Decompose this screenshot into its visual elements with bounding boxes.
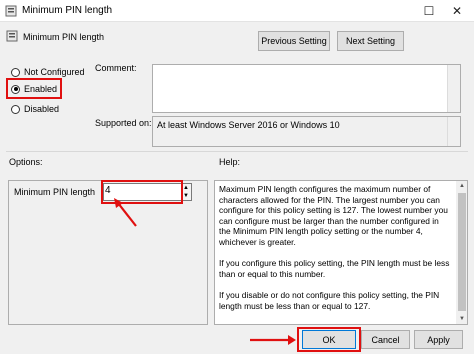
comment-label: Comment: bbox=[95, 63, 137, 73]
policy-name: Minimum PIN length bbox=[23, 32, 105, 42]
help-paragraph: If you configure this policy setting, th… bbox=[219, 258, 450, 279]
comment-scrollbar[interactable] bbox=[447, 65, 460, 112]
help-paragraph: If you disable or do not configure this … bbox=[219, 290, 440, 311]
supported-on-value: At least Windows Server 2016 or Windows … bbox=[157, 120, 340, 130]
radio-label: Not Configured bbox=[24, 67, 85, 77]
help-paragraph: Maximum PIN length configures the maximu… bbox=[219, 184, 448, 247]
help-scroll-thumb[interactable] bbox=[458, 193, 466, 311]
cancel-button[interactable]: Cancel bbox=[361, 330, 410, 349]
radio-disabled[interactable]: Disabled bbox=[11, 103, 59, 115]
policy-window-icon bbox=[5, 5, 17, 17]
window-title: Minimum PIN length bbox=[22, 5, 113, 16]
next-setting-button[interactable]: Next Setting bbox=[337, 31, 404, 51]
supported-on-scrollbar[interactable] bbox=[447, 117, 460, 146]
previous-setting-button[interactable]: Previous Setting bbox=[258, 31, 330, 51]
close-button[interactable]: ✕ bbox=[446, 0, 468, 22]
radio-label: Disabled bbox=[24, 104, 60, 114]
ok-highlight-box bbox=[297, 327, 361, 352]
scroll-up-icon[interactable]: ▲ bbox=[457, 181, 467, 191]
apply-button[interactable]: Apply bbox=[414, 330, 463, 349]
help-label: Help: bbox=[219, 157, 241, 167]
spinbox-highlight-box bbox=[101, 180, 183, 204]
supported-on-label: Supported on: bbox=[95, 118, 152, 128]
maximize-button[interactable]: ☐ bbox=[418, 0, 440, 22]
section-divider bbox=[6, 151, 468, 152]
radio-not-configured[interactable]: Not Configured bbox=[11, 66, 85, 78]
comment-textarea[interactable] bbox=[152, 64, 461, 113]
options-label: Options: bbox=[9, 157, 43, 167]
enabled-highlight-box bbox=[6, 78, 62, 99]
radio-button[interactable] bbox=[11, 104, 20, 114]
policy-icon bbox=[6, 30, 18, 42]
arrow-to-ok-icon bbox=[250, 335, 296, 345]
radio-button[interactable] bbox=[11, 67, 20, 77]
minimum-pin-length-label: Minimum PIN length bbox=[14, 187, 96, 197]
scroll-down-icon[interactable]: ▼ bbox=[457, 314, 467, 324]
